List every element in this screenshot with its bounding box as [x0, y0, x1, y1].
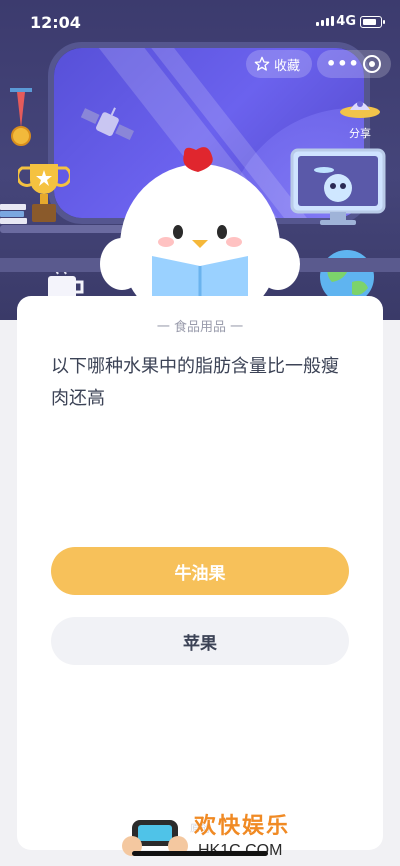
- status-bar: 12:04 4G: [0, 0, 400, 44]
- alien-monitor-icon: [290, 148, 386, 225]
- star-icon: [254, 56, 270, 71]
- signal-icon: [316, 16, 334, 26]
- answer-option-2[interactable]: 苹果: [51, 617, 349, 665]
- more-icon[interactable]: •••: [326, 56, 360, 72]
- answer-option-2-label: 苹果: [183, 633, 217, 654]
- satellite-icon: [80, 107, 135, 141]
- share-label: 分享: [349, 127, 371, 140]
- medal-icon: [10, 88, 32, 146]
- watermark: 欢快娱乐 HK1C.COM: [120, 806, 290, 866]
- share-button[interactable]: 分享: [336, 92, 384, 141]
- books-icon: [0, 204, 27, 224]
- hero-illustration: [0, 0, 400, 320]
- capsule-menu: •••: [317, 50, 391, 78]
- favorite-label: 收藏: [274, 58, 301, 74]
- close-icon[interactable]: [362, 54, 382, 74]
- battery-icon: [360, 16, 385, 28]
- watermark-logo-icon: [122, 820, 188, 856]
- answer-option-1-label: 牛油果: [174, 563, 226, 584]
- network-label: 4G: [336, 14, 356, 29]
- favorite-button[interactable]: 收藏: [246, 50, 313, 78]
- home-indicator: [132, 851, 268, 856]
- watermark-title: 欢快娱乐: [194, 814, 291, 839]
- answer-option-1[interactable]: 牛油果: [51, 547, 349, 595]
- question-card: 一 食品用品 一 以下哪种水果中的脂肪含量比一般瘦肉还高 牛油果 苹果 原创: [17, 296, 383, 850]
- status-time: 12:04: [30, 13, 81, 32]
- ufo-share-icon: [340, 101, 380, 118]
- question-category: 一 食品用品 一: [156, 320, 244, 335]
- question-text: 以下哪种水果中的脂肪含量比一般瘦肉还高: [51, 356, 339, 409]
- chick-mascot-icon: [100, 147, 300, 314]
